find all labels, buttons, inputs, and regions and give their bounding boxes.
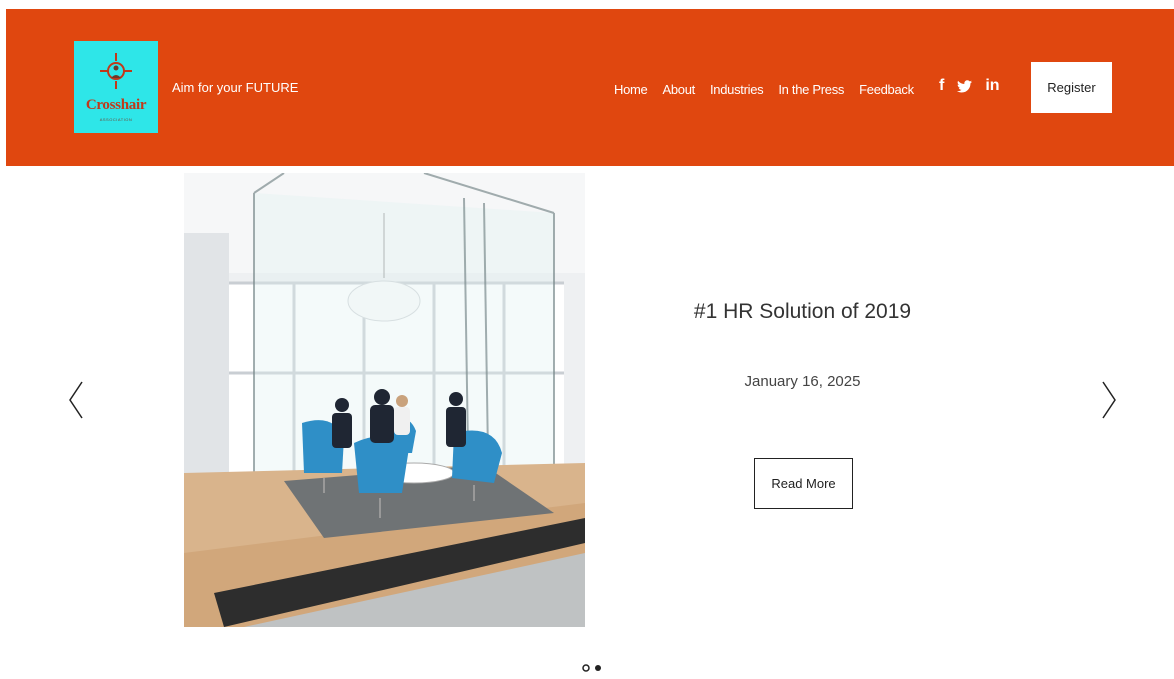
logo-tagline: ASSOCIATION	[99, 117, 133, 122]
twitter-icon[interactable]	[957, 79, 973, 93]
site-logo[interactable]: Crosshair ASSOCIATION	[74, 41, 158, 133]
crosshair-icon	[100, 53, 132, 89]
slide-date: January 16, 2025	[744, 373, 861, 390]
nav-feedback[interactable]: Feedback	[859, 82, 914, 97]
site-header: Crosshair ASSOCIATION Aim for your FUTUR…	[6, 9, 1174, 166]
register-button[interactable]: Register	[1031, 62, 1112, 113]
facebook-icon[interactable]: f	[939, 77, 944, 95]
social-links: f in	[939, 77, 1000, 95]
nav-about[interactable]: About	[662, 82, 695, 97]
nav-in-the-press[interactable]: In the Press	[778, 82, 844, 97]
slider-prev-button[interactable]	[64, 380, 88, 420]
logo-name: Crosshair	[85, 97, 147, 113]
partial-icon	[578, 660, 608, 674]
chevron-left-icon	[69, 381, 83, 419]
chevron-right-icon	[1102, 381, 1116, 419]
slide-image	[184, 173, 585, 627]
slide-title: #1 HR Solution of 2019	[693, 300, 912, 323]
site-tagline: Aim for your FUTURE	[172, 80, 299, 95]
main-nav: Home About Industries In the Press Feedb…	[614, 80, 929, 98]
slider-next-button[interactable]	[1097, 380, 1121, 420]
read-more-button[interactable]: Read More	[754, 458, 853, 509]
nav-industries[interactable]: Industries	[710, 82, 764, 97]
linkedin-icon[interactable]: in	[985, 77, 999, 95]
nav-home[interactable]: Home	[614, 82, 648, 97]
